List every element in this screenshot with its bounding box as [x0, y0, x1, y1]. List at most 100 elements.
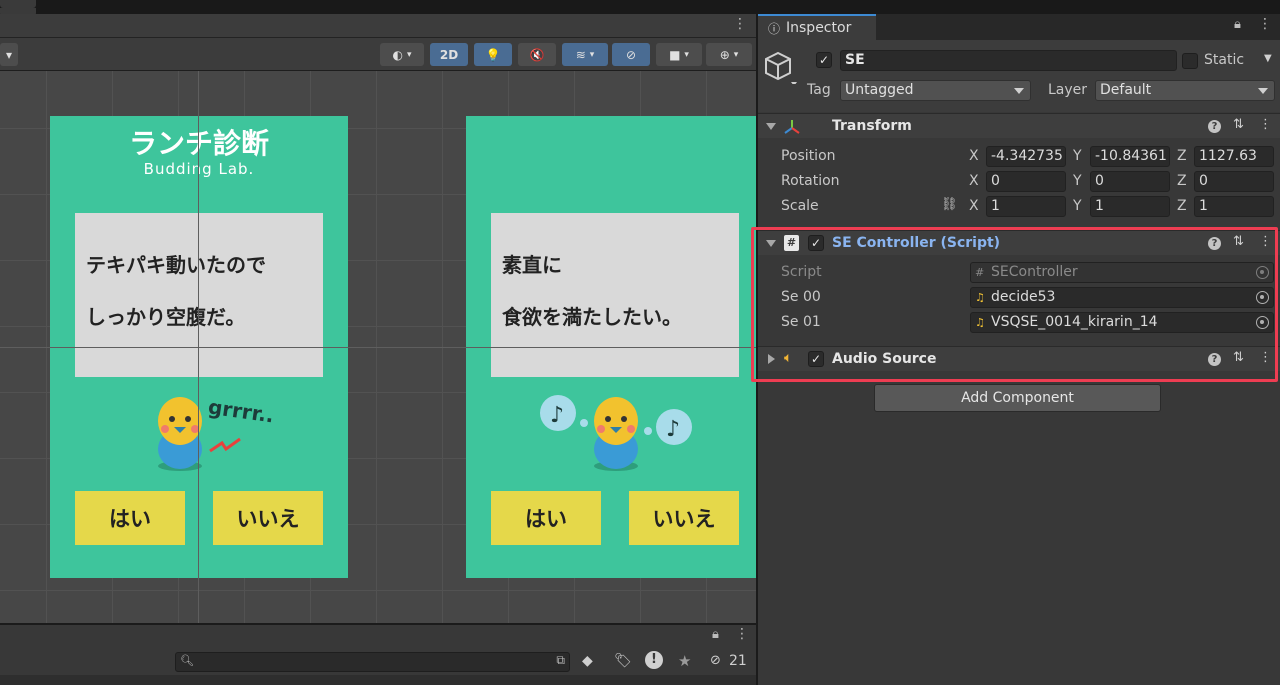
- lightbulb-icon: 💡: [485, 47, 501, 62]
- scene-view[interactable]: ランチ診断 Budding Lab. テキパキ動いたので しっかり空腹だ。 gr…: [0, 71, 756, 623]
- tag-dropdown[interactable]: Untagged: [840, 80, 1031, 101]
- question-box: 素直に 食欲を満たしたい。: [491, 213, 739, 377]
- effects-dropdown[interactable]: ≋ ▾: [562, 43, 608, 66]
- guide-line: [0, 347, 756, 348]
- scale-z-input[interactable]: 1: [1194, 196, 1274, 217]
- layers-icon: ≋: [575, 47, 586, 62]
- yes-button[interactable]: はい: [491, 491, 601, 545]
- kebab-menu-icon[interactable]: ⋮: [1259, 117, 1272, 132]
- shading-sphere-icon: ◐: [392, 47, 403, 62]
- axis-x-label: X: [969, 148, 979, 164]
- camera-icon: ■: [669, 47, 681, 62]
- rotation-x-input[interactable]: 0: [986, 171, 1066, 192]
- scale-label: Scale: [781, 198, 819, 214]
- no-button[interactable]: いいえ: [213, 491, 323, 545]
- kebab-menu-icon[interactable]: ⋮: [1258, 16, 1272, 32]
- object-header: ✓ SE Static ▼ Tag Untagged Layer Default: [758, 40, 1280, 112]
- rotation-row: Rotation X 0 Y 0 Z 0: [758, 171, 1280, 196]
- kebab-menu-icon[interactable]: ⋮: [733, 16, 747, 32]
- eye-slash-icon: ⊘: [625, 47, 637, 62]
- project-search-input[interactable]: 🔍︎ ⧉: [175, 652, 570, 672]
- question-line-2: 食欲を満たしたい。: [502, 305, 682, 329]
- question-line-1: テキパキ動いたので: [86, 253, 266, 277]
- scene-tab-bar: ⋮: [0, 14, 756, 38]
- axis-x-label: X: [969, 173, 979, 189]
- position-z-input[interactable]: 1127.63: [1194, 146, 1274, 167]
- highlight-box: [751, 227, 1278, 382]
- question-line-1: 素直に: [502, 253, 562, 277]
- position-y-input[interactable]: -10.84361: [1090, 146, 1170, 167]
- shading-mode-dropdown[interactable]: ◐ ▾: [380, 43, 424, 66]
- layer-label: Layer: [1048, 82, 1088, 98]
- search-options-icon[interactable]: ⧉: [556, 653, 565, 668]
- svg-text:♪: ♪: [666, 417, 680, 442]
- visibility-toggle[interactable]: ⊘: [612, 43, 650, 66]
- app-subtitle: Budding Lab.: [143, 160, 255, 178]
- transform-axes-icon: [784, 120, 800, 134]
- rotation-z-input[interactable]: 0: [1194, 171, 1274, 192]
- static-label: Static: [1204, 52, 1245, 68]
- svg-text:♪: ♪: [550, 403, 564, 428]
- object-name-input[interactable]: SE: [840, 50, 1177, 71]
- gizmos-dropdown[interactable]: ⊕ ▾: [706, 43, 752, 66]
- static-dropdown-icon[interactable]: ▼: [1264, 53, 1272, 64]
- rotation-y-input[interactable]: 0: [1090, 171, 1170, 192]
- search-icon: 🔍︎: [180, 654, 194, 667]
- speaker-muted-icon: 🔇: [529, 47, 545, 62]
- project-panel-header: 🔒︎ ⋮: [0, 623, 756, 650]
- no-button[interactable]: いいえ: [629, 491, 739, 545]
- app-title: ランチ診断: [128, 127, 269, 160]
- inspector-tab-label: Inspector: [786, 20, 852, 36]
- axis-z-label: Z: [1177, 198, 1187, 214]
- happy-chick-icon: ♪ ♪: [540, 395, 692, 471]
- gizmo-globe-icon: ⊕: [719, 47, 730, 62]
- filter-by-type-icon[interactable]: ◆: [582, 653, 593, 669]
- scale-y-input[interactable]: 1: [1090, 196, 1170, 217]
- transform-header[interactable]: Transform ? ⇅ ⋮: [758, 113, 1280, 138]
- help-icon[interactable]: ?: [1208, 120, 1221, 133]
- layer-dropdown[interactable]: Default: [1095, 80, 1275, 101]
- transform-title: Transform: [832, 118, 912, 134]
- preset-sliders-icon[interactable]: ⇅: [1233, 117, 1244, 132]
- foldout-arrow-icon[interactable]: [766, 123, 776, 130]
- lock-icon[interactable]: 🔒︎: [1234, 17, 1241, 32]
- top-strip: [0, 0, 1280, 56]
- static-checkbox[interactable]: [1182, 53, 1198, 69]
- inspector-tab[interactable]: ⓘ Inspector: [758, 14, 876, 40]
- project-content: [0, 675, 756, 685]
- tag-value: Untagged: [845, 82, 914, 98]
- lighting-toggle[interactable]: 💡: [474, 43, 512, 66]
- axis-y-label: Y: [1073, 198, 1082, 214]
- scene-toolbar: ▾ ◐ ▾ 2D 💡 🔇 ≋ ▾ ⊘ ■ ▾ ⊕ ▾: [0, 38, 756, 71]
- yes-button[interactable]: はい: [75, 491, 185, 545]
- axis-y-label: Y: [1073, 148, 1082, 164]
- question-box: テキパキ動いたので しっかり空腹だ。: [75, 213, 323, 377]
- project-toolbar: 🔍︎ ⧉ ◆ 🏷︎ ! ★ ⊘ 21: [0, 650, 756, 675]
- favorite-star-icon[interactable]: ★: [678, 652, 691, 670]
- scale-x-input[interactable]: 1: [986, 196, 1066, 217]
- axis-y-label: Y: [1073, 173, 1082, 189]
- audio-toggle[interactable]: 🔇: [518, 43, 556, 66]
- constrain-proportions-link-icon[interactable]: ⛓: [941, 197, 958, 212]
- rotation-label: Rotation: [781, 173, 840, 189]
- active-checkbox[interactable]: ✓: [816, 52, 832, 68]
- lock-icon[interactable]: 🔒︎: [712, 627, 719, 642]
- layer-value: Default: [1100, 82, 1152, 98]
- gameobject-cube-icon: [765, 51, 797, 84]
- hidden-count: 21: [729, 653, 747, 669]
- kebab-menu-icon[interactable]: ⋮: [735, 626, 749, 642]
- warning-icon[interactable]: !: [645, 651, 663, 669]
- toggle-2d-button[interactable]: 2D: [430, 43, 468, 66]
- filter-by-label-icon[interactable]: 🏷︎: [614, 653, 632, 669]
- axis-z-label: Z: [1177, 173, 1187, 189]
- position-x-input[interactable]: -4.342735: [986, 146, 1066, 167]
- tag-label: Tag: [807, 82, 831, 98]
- draw-mode-dropdown[interactable]: ▾: [0, 43, 18, 66]
- scale-row: Scale ⛓ X 1 Y 1 Z 1: [758, 196, 1280, 221]
- toolbar-button[interactable]: [0, 0, 36, 8]
- hidden-packages-icon[interactable]: ⊘: [710, 653, 721, 668]
- position-row: Position X -4.342735 Y -10.84361 Z 1127.…: [758, 146, 1280, 171]
- add-component-button[interactable]: Add Component: [874, 384, 1161, 412]
- camera-dropdown[interactable]: ■ ▾: [656, 43, 702, 66]
- question-line-2: しっかり空腹だ。: [86, 305, 246, 329]
